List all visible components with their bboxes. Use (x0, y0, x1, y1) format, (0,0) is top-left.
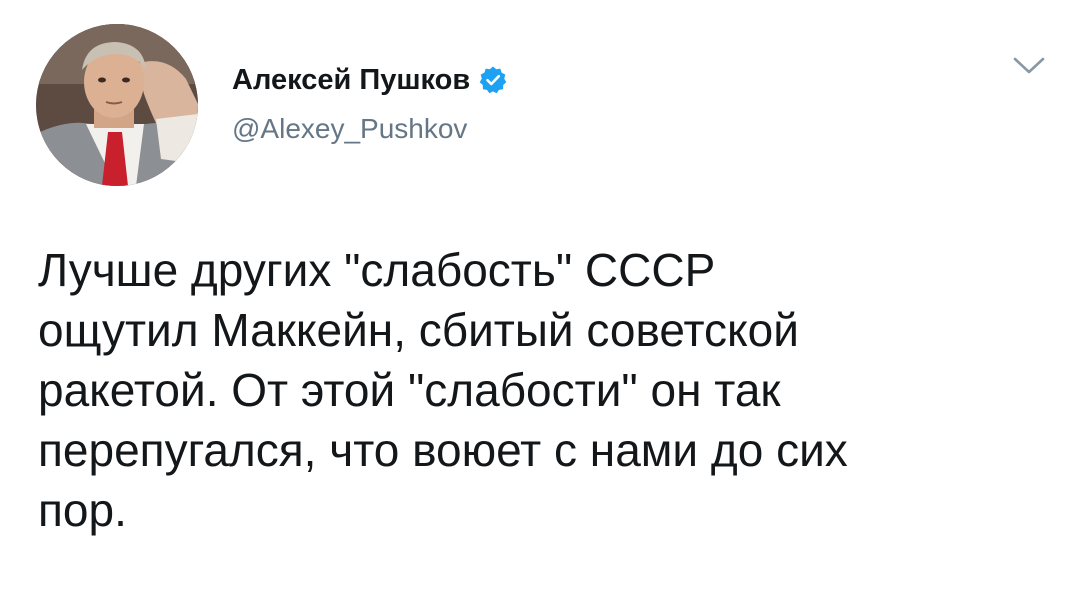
author-name-row[interactable]: Алексей Пушков (232, 60, 508, 100)
avatar[interactable] (36, 24, 198, 186)
author-handle[interactable]: @Alexey_Pushkov (232, 113, 467, 145)
chevron-down-icon[interactable] (1012, 55, 1046, 77)
tweet-text: Лучше других "слабость" СССР ощутил Макк… (38, 244, 848, 536)
profile-photo-icon (36, 24, 198, 186)
verified-badge-icon (478, 65, 508, 95)
tweet-card: Алексей Пушков @Alexey_Pushkov Лучше дру… (0, 0, 1078, 590)
display-name[interactable]: Алексей Пушков (232, 64, 470, 97)
